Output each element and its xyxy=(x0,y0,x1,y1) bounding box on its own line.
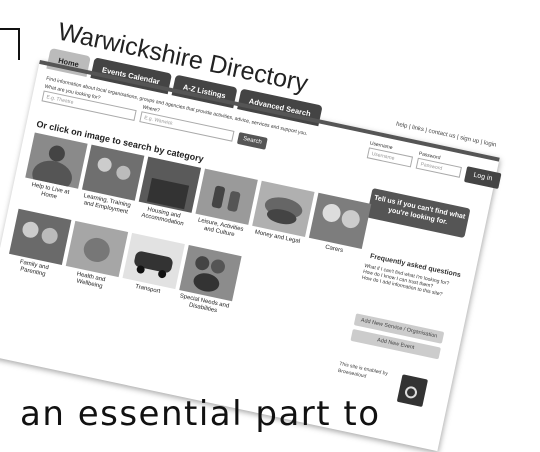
category-special-needs-disabilities[interactable]: Special Needs and Disabilities xyxy=(176,244,242,318)
top-links[interactable]: help | links | contact us | sign up | lo… xyxy=(395,122,496,149)
browsealoud-logo-icon[interactable] xyxy=(396,374,429,408)
website-screenshot: Warwickshire Directory Home Events Calen… xyxy=(0,18,502,452)
category-leisure-activities-culture[interactable]: Leisure, Activities and Culture xyxy=(192,168,258,242)
bottom-caption: an essential part to xyxy=(20,394,381,434)
login-button[interactable]: Log in xyxy=(463,166,502,190)
search-button[interactable]: Search xyxy=(236,132,268,150)
category-housing-accommodation[interactable]: Housing and Accommodation xyxy=(135,156,202,230)
category-health-and-wellbeing[interactable]: Health and Wellbeing xyxy=(62,220,129,294)
tell-us-button[interactable]: Tell us if you can't find what you're lo… xyxy=(366,187,471,239)
enabled-by-text: This site is enabled by Browsealoud xyxy=(337,361,399,387)
faq-panel: Frequently asked questions What if I can… xyxy=(361,252,465,301)
category-family-and-parenting[interactable]: Family and Parenting xyxy=(5,208,72,282)
page-bracket xyxy=(0,28,20,60)
category-money-and-legal[interactable]: Money and Legal xyxy=(250,180,315,247)
category-transport[interactable]: Transport xyxy=(120,232,185,299)
category-learning-training-employment[interactable]: Learning, Training and Employment xyxy=(78,144,145,218)
category-help-to-live-at-home[interactable]: Help to Live at Home xyxy=(22,132,88,206)
category-carers[interactable]: Carers xyxy=(307,192,372,259)
